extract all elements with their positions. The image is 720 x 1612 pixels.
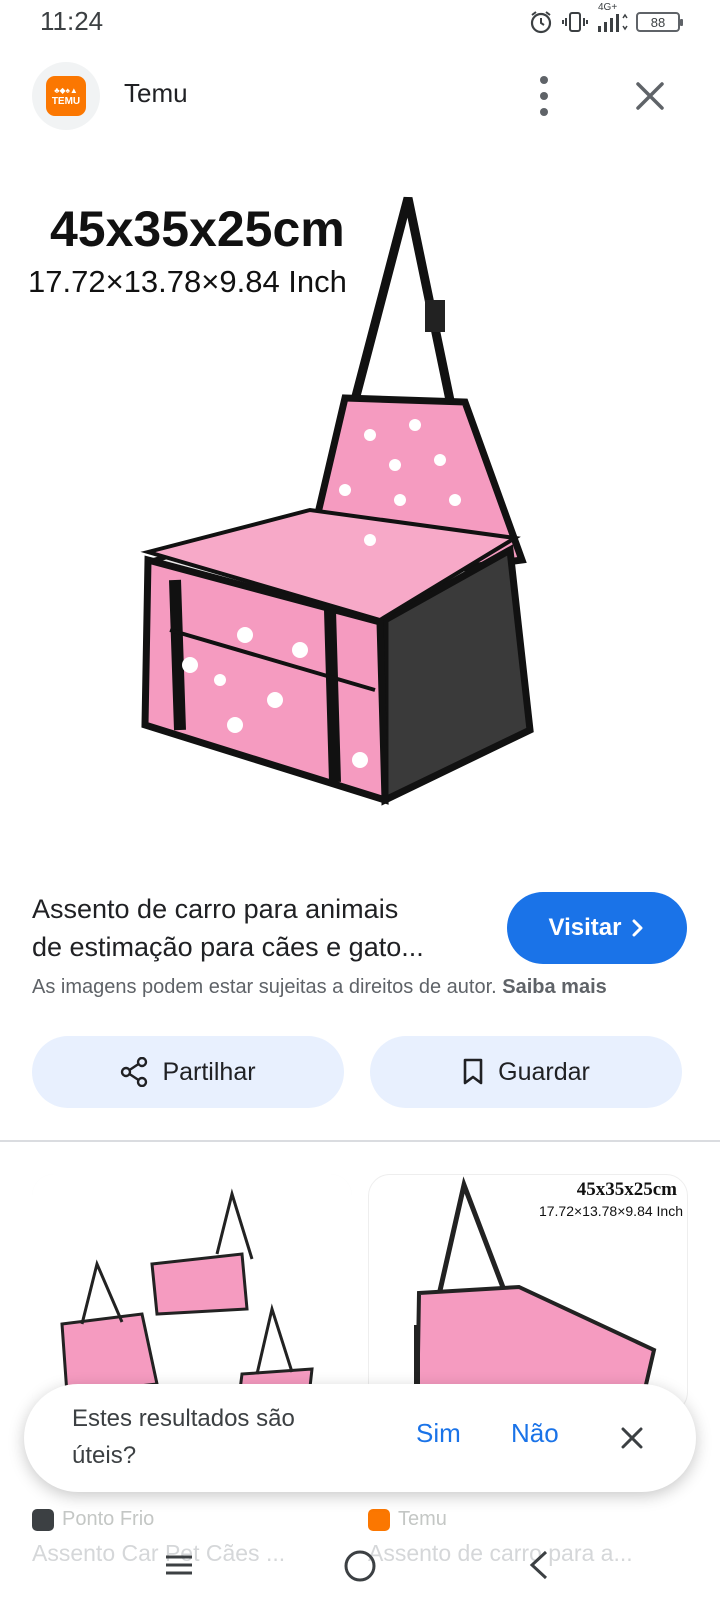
- share-icon: [121, 1057, 148, 1087]
- home-nav-icon[interactable]: [342, 1548, 378, 1584]
- battery-icon: 88: [636, 12, 683, 32]
- save-label: Guardar: [498, 1057, 590, 1086]
- related-source: Ponto Frio: [32, 1508, 154, 1531]
- learn-more-link[interactable]: Saiba mais: [502, 976, 607, 998]
- related-dimension-cm: 45x35x25cm: [576, 1179, 677, 1200]
- network-type: 4G+: [598, 2, 618, 13]
- visit-button[interactable]: Visitar: [507, 892, 687, 964]
- title-line-2: de estimação para cães e gato...: [32, 932, 424, 962]
- related-caption[interactable]: Assento de carro para a...: [368, 1540, 668, 1567]
- close-icon[interactable]: [616, 1422, 648, 1454]
- pet-seat-illustration: [140, 196, 534, 806]
- menu-nav-icon[interactable]: [162, 1548, 196, 1582]
- logo-text: TEMU: [51, 96, 81, 107]
- product-image[interactable]: 45x35x25cm 17.72×13.78×9.84 Inch: [0, 160, 720, 840]
- temu-logo-icon: ♣◆♠▲ TEMU: [46, 76, 86, 116]
- feedback-yes-button[interactable]: Sim: [416, 1418, 461, 1449]
- site-name[interactable]: Temu: [124, 78, 188, 109]
- copyright-notice: As imagens podem estar sujeitas a direit…: [32, 976, 607, 999]
- visit-label: Visitar: [548, 914, 622, 941]
- related-card[interactable]: [32, 1174, 352, 1414]
- feedback-no-button[interactable]: Não: [511, 1418, 559, 1449]
- battery-level: 88: [650, 14, 666, 30]
- related-thumbnail: [32, 1174, 352, 1414]
- back-nav-icon[interactable]: [524, 1548, 554, 1582]
- chevron-right-icon: [632, 919, 643, 937]
- related-source-name: Ponto Frio: [62, 1508, 155, 1530]
- related-card[interactable]: 45x35x25cm 17.72×13.78×9.84 Inch: [368, 1174, 688, 1414]
- feedback-popup: Estes resultados são úteis? Sim Não: [24, 1384, 696, 1492]
- status-icons: 4G+ 88: [528, 2, 683, 36]
- favicon-icon: [368, 1508, 390, 1531]
- site-logo[interactable]: ♣◆♠▲ TEMU: [32, 62, 100, 130]
- related-source: Temu: [368, 1508, 447, 1531]
- share-label: Partilhar: [162, 1057, 256, 1086]
- favicon-icon: [32, 1508, 54, 1531]
- title-line-1: Assento de carro para animais: [32, 894, 399, 924]
- related-dimension-inch: 17.72×13.78×9.84 Inch: [538, 1203, 683, 1219]
- bookmark-icon: [463, 1058, 483, 1085]
- signal-icon: 4G+: [596, 2, 628, 36]
- result-title[interactable]: Assento de carro para animais de estimaç…: [32, 890, 482, 966]
- vibrate-icon: [562, 12, 588, 32]
- copyright-text: As imagens podem estar sujeitas a direit…: [32, 976, 497, 998]
- divider: [0, 1140, 720, 1142]
- related-source-name: Temu: [398, 1508, 447, 1530]
- save-button[interactable]: Guardar: [370, 1036, 682, 1108]
- status-time: 11:24: [40, 6, 104, 36]
- close-icon[interactable]: [630, 76, 670, 116]
- more-vert-icon[interactable]: [537, 76, 551, 116]
- share-button[interactable]: Partilhar: [32, 1036, 344, 1108]
- feedback-question: Estes resultados são úteis?: [72, 1405, 295, 1469]
- alarm-icon: [530, 11, 552, 34]
